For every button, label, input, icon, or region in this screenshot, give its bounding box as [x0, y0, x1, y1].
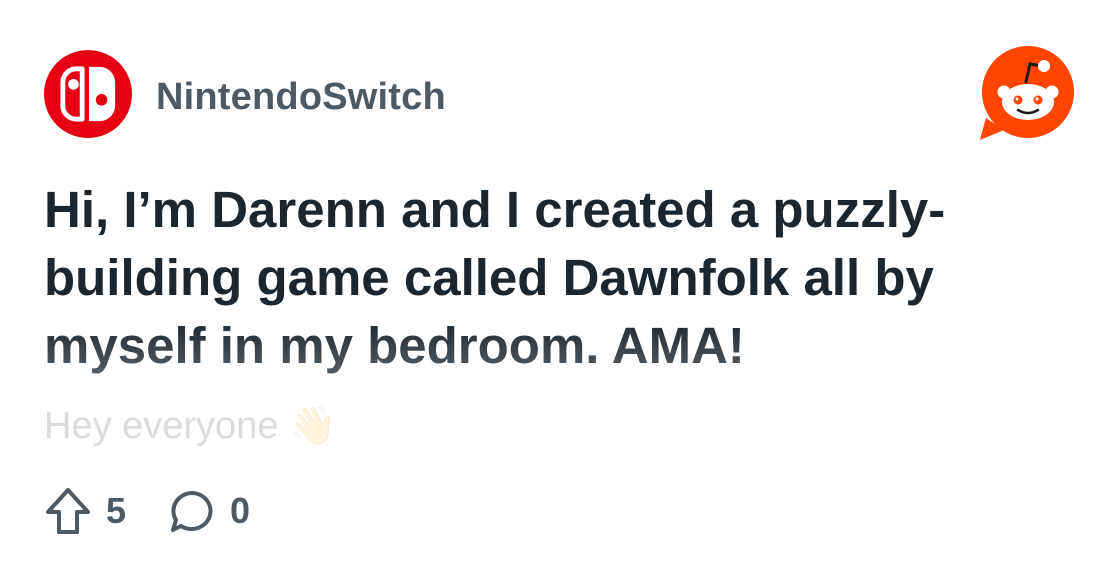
post-header: NintendoSwitch — [44, 46, 1076, 140]
community-name[interactable]: NintendoSwitch — [156, 76, 446, 119]
comment-count: 0 — [230, 490, 251, 531]
nintendo-switch-logo-icon — [60, 66, 116, 122]
post-title[interactable]: Hi, I’m Darenn and I created a puzzly-bu… — [44, 176, 1084, 380]
post-body-text: Hey everyone — [44, 405, 279, 447]
community-avatar[interactable] — [44, 50, 132, 138]
upvote-count: 5 — [106, 490, 127, 531]
post-actions: 5 0 — [44, 484, 250, 538]
comment-bubble-icon — [171, 491, 213, 532]
upvote-button[interactable]: 5 — [44, 486, 126, 536]
reddit-logo-icon[interactable] — [976, 44, 1076, 144]
comments-button[interactable]: 0 — [168, 487, 250, 535]
post-body-preview: Hey everyone 👋 — [44, 398, 544, 454]
waving-hand-icon: 👋 — [289, 405, 337, 447]
upvote-arrow-icon — [46, 488, 90, 534]
